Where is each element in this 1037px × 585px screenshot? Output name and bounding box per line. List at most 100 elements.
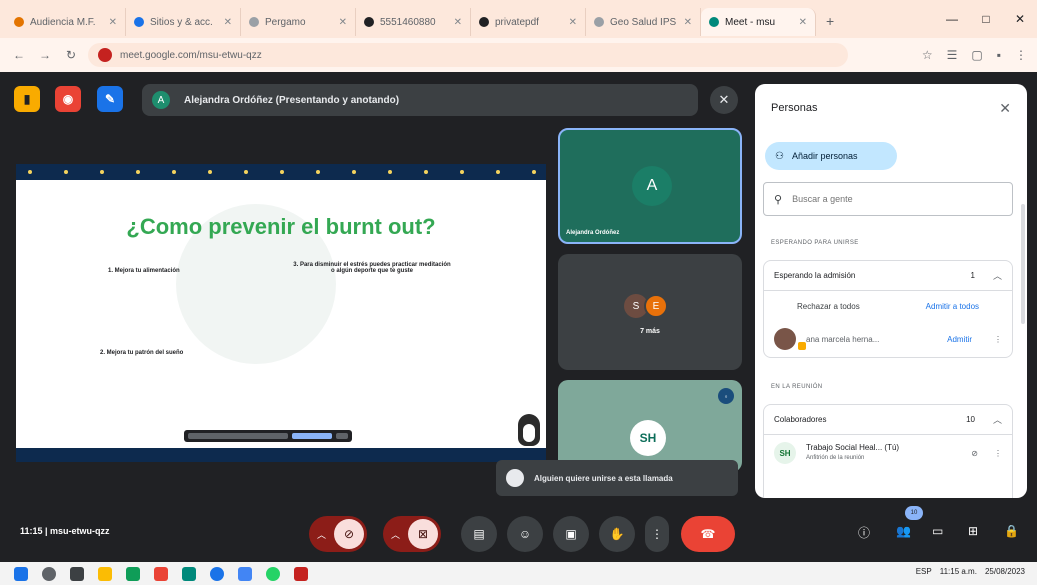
site-info-icon[interactable]: [98, 48, 112, 62]
side-panel-icon[interactable]: ▢: [971, 48, 982, 62]
close-tab-icon[interactable]: ✕: [333, 17, 347, 28]
participant-tile[interactable]: A Alejandra Ordóñez: [558, 128, 742, 244]
edit-tool-button[interactable]: ✎: [97, 86, 123, 112]
record-tool-button[interactable]: ◉: [55, 86, 81, 112]
address-bar[interactable]: meet.google.com/msu-etwu-qzz: [88, 43, 848, 67]
slide-decor-dot: [100, 170, 104, 174]
close-tab-icon[interactable]: ✕: [678, 17, 692, 28]
people-search-input[interactable]: [792, 194, 993, 204]
tab-favicon-icon: [14, 17, 24, 27]
browser-menu-icon[interactable]: ⋮: [1015, 48, 1027, 62]
presenter-avatar: A: [152, 91, 170, 109]
forward-icon[interactable]: →: [36, 48, 54, 62]
close-panel-button[interactable]: ✕: [999, 100, 1011, 117]
search-icon: ⚲: [774, 193, 783, 206]
whatsapp-icon[interactable]: [266, 566, 280, 581]
browser-tab[interactable]: Sitios y & acc. ✕: [126, 8, 241, 36]
participant-row: SH Trabajo Social Heal... (Tú) Anfitrión…: [764, 435, 1012, 471]
emoji-button[interactable]: ☺: [507, 516, 543, 552]
chrome-icon[interactable]: [210, 566, 224, 581]
pdf-icon[interactable]: [294, 566, 308, 581]
window-controls: — □ ✕: [935, 0, 1037, 38]
browser-tab[interactable]: Audiencia M.F. ✕: [6, 8, 126, 36]
leave-call-button[interactable]: ☎: [681, 516, 735, 552]
close-window-button[interactable]: ✕: [1003, 12, 1037, 26]
system-tray: ESP 11:15 a.m. 25/08/2023: [916, 567, 1025, 576]
browser-tab[interactable]: Pergamo ✕: [241, 8, 356, 36]
tab-favicon-icon: [364, 17, 374, 27]
close-tab-icon[interactable]: ✕: [103, 17, 117, 28]
participant-role: Anfitrión de la reunión: [806, 455, 865, 461]
people-panel: Personas ✕ ⚇ Añadir personas ⚲ ESPERANDO…: [755, 84, 1027, 498]
meeting-controls: 11:15 | msu-etwu-qzz ︿ ⊘ ︿ ⊠ ▤ ☺ ▣ ✋ ⋮ ☎…: [0, 506, 1037, 562]
maximize-button[interactable]: □: [969, 12, 1003, 26]
slide-decor-dot: [64, 170, 68, 174]
reject-all-button[interactable]: Rechazar a todos: [797, 302, 860, 311]
slide-bullet: 1. Mejora tu alimentación: [108, 268, 180, 274]
profile-icon[interactable]: ▪: [997, 48, 1001, 62]
app-icon[interactable]: [98, 566, 112, 581]
camera-toggle-button[interactable]: ︿ ⊠: [383, 516, 441, 552]
browser-tab-active[interactable]: Meet - msu ✕: [701, 8, 816, 36]
mic-toggle-button[interactable]: ︿ ⊘: [309, 516, 367, 552]
word-icon[interactable]: [238, 566, 252, 581]
minimize-button[interactable]: —: [935, 12, 969, 26]
chevron-up-icon[interactable]: ︿: [391, 528, 400, 541]
clock-date[interactable]: 25/08/2023: [985, 567, 1025, 576]
admit-button[interactable]: Admitir: [947, 335, 972, 344]
more-options-icon[interactable]: ⋮: [994, 335, 1002, 344]
present-button[interactable]: ▣: [553, 516, 589, 552]
host-controls-icon[interactable]: 🔒: [1004, 524, 1019, 538]
waiting-box-header[interactable]: Esperando la admisión 1 ︿: [764, 261, 1012, 291]
admit-all-button[interactable]: Admitir a todos: [926, 302, 979, 311]
close-tab-icon[interactable]: ✕: [563, 17, 577, 28]
slide-decor-dot: [424, 170, 428, 174]
activities-icon[interactable]: ⊞: [968, 524, 978, 538]
chevron-up-icon[interactable]: ︿: [993, 269, 1002, 282]
start-icon[interactable]: [14, 566, 28, 581]
raise-hand-button[interactable]: ✋: [599, 516, 635, 552]
language-indicator[interactable]: ESP: [916, 567, 932, 576]
app-icon[interactable]: [154, 566, 168, 581]
close-tab-icon[interactable]: ✕: [793, 17, 807, 28]
unpin-icon[interactable]: ✕: [710, 86, 738, 114]
people-icon[interactable]: 👥: [896, 524, 911, 538]
annotate-tool-button[interactable]: ▮: [14, 86, 40, 112]
clock-time[interactable]: 11:15 a.m.: [940, 567, 977, 576]
slide-toolbar[interactable]: [184, 430, 352, 442]
participant-group-tile[interactable]: S E 7 más: [558, 254, 742, 370]
participant-name: Trabajo Social Heal... (Tú): [806, 443, 900, 452]
collaborators-header[interactable]: Colaboradores 10 ︿: [764, 405, 1012, 435]
bookmark-star-icon[interactable]: ☆: [922, 48, 933, 62]
chevron-up-icon[interactable]: ︿: [993, 413, 1002, 426]
more-options-button[interactable]: ⋮: [645, 516, 669, 552]
slide-toolbar-highlight[interactable]: [292, 433, 332, 439]
info-icon[interactable]: ⓘ: [858, 524, 870, 541]
panel-scrollbar[interactable]: [1021, 204, 1025, 324]
slide-decor-dot: [28, 170, 32, 174]
browser-tab[interactable]: privatepdf ✕: [471, 8, 586, 36]
extensions-icon[interactable]: ☰: [947, 48, 958, 62]
app-icon[interactable]: [126, 566, 140, 581]
captions-button[interactable]: ▤: [461, 516, 497, 552]
browser-tab[interactable]: 5551460880 ✕: [356, 8, 471, 36]
close-tab-icon[interactable]: ✕: [448, 17, 462, 28]
browser-tab[interactable]: Geo Salud IPS ✕: [586, 8, 701, 36]
chevron-up-icon[interactable]: ︿: [317, 528, 326, 541]
task-view-icon[interactable]: [70, 566, 84, 581]
reload-icon[interactable]: ↻: [62, 48, 80, 62]
new-tab-button[interactable]: +: [826, 13, 834, 29]
toast-text: Alguien quiere unirse a esta llamada: [534, 473, 673, 483]
people-search-field[interactable]: ⚲: [763, 182, 1013, 216]
join-request-toast[interactable]: Alguien quiere unirse a esta llamada: [496, 460, 738, 496]
close-tab-icon[interactable]: ✕: [218, 17, 232, 28]
collaborators-box: Colaboradores 10 ︿ SH Trabajo Social Hea…: [763, 404, 1013, 498]
browser-toolbar: ← → ↻ meet.google.com/msu-etwu-qzz ☆ ☰ ▢…: [0, 38, 1037, 72]
app-icon[interactable]: [182, 566, 196, 581]
participant-tile[interactable]: ◦ SH: [558, 380, 742, 472]
add-people-button[interactable]: ⚇ Añadir personas: [765, 142, 897, 170]
more-options-icon[interactable]: ⋮: [994, 449, 1002, 458]
chat-icon[interactable]: ▭: [932, 524, 943, 538]
back-icon[interactable]: ←: [10, 48, 28, 62]
search-icon[interactable]: [42, 566, 56, 581]
